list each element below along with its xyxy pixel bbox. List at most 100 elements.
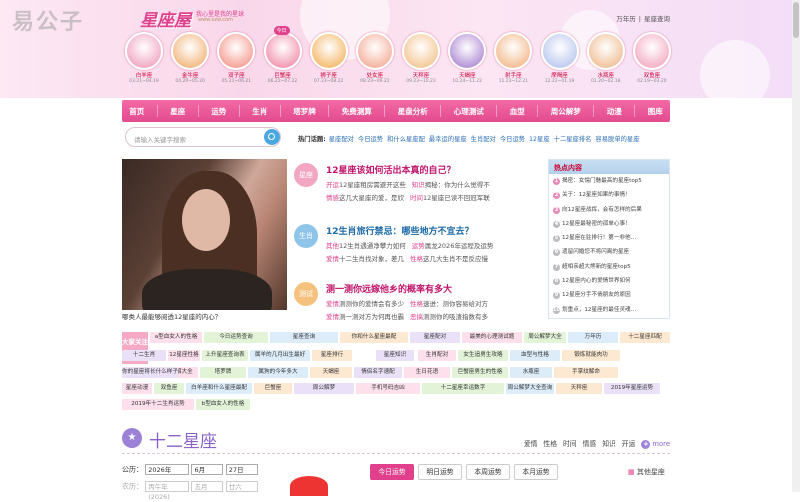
feature-caption[interactable]: 哪类人最能够阅透12星座的内心？ (122, 310, 287, 322)
hot-content-item[interactable]: 8 12星座内心的爱情世界如何 (549, 274, 669, 288)
news-link[interactable]: 这几大星座的爱，是欣 (339, 194, 404, 202)
section-link[interactable]: 情感 (583, 440, 597, 448)
tag-link[interactable]: 今日运势查询 (204, 332, 268, 343)
hot-topic-link[interactable]: 容易脱单的星座 (595, 136, 639, 143)
news-link[interactable]: 这几大生肖不是反应慢 (423, 255, 488, 263)
nav-item[interactable]: 图库 (646, 106, 665, 117)
zodiac-sign[interactable]: 双鱼座 02.19~03.20 (632, 32, 672, 94)
tag-link[interactable]: 周公解梦大全查询 (506, 383, 554, 394)
tag-link[interactable]: 双鱼座 (154, 383, 184, 394)
zodiac-sign[interactable]: 今日 巨蟹座 06.22~07.22 (263, 26, 303, 94)
top-link-calendar[interactable]: 万年历 (616, 15, 636, 23)
zodiac-sign[interactable]: 双子座 05.21~06.21 (216, 32, 256, 94)
tag-link[interactable]: b型血女人的性格 (196, 399, 250, 410)
nav-item[interactable]: 免费测算 (340, 106, 374, 117)
news-category-badge[interactable]: 测试 (294, 282, 318, 306)
section-link[interactable]: 时间 (563, 440, 577, 448)
news-link[interactable]: 属龙2026年运程及运势 (425, 242, 494, 250)
zodiac-sign[interactable]: 天蝎座 10.24~11.22 (447, 32, 487, 94)
nav-item[interactable]: 心理测试 (452, 106, 486, 117)
news-tag[interactable]: 爱情 (326, 255, 339, 263)
search-icon[interactable] (264, 129, 280, 145)
tag-link[interactable]: 12星座性格 (168, 350, 200, 361)
tag-link[interactable]: 星座配对 (410, 332, 460, 343)
tag-link[interactable]: 星座动漫 (122, 383, 152, 394)
hot-topic-link[interactable]: 和什么星座配 (387, 136, 425, 143)
hot-content-item[interactable]: 9 12星座分手不倘朋友的原因 (549, 288, 669, 302)
hot-content-item[interactable]: 2 关于：12星座如果的事情！ (549, 188, 669, 202)
hot-topic-link[interactable]: 生肖配对 (471, 136, 496, 143)
site-logo[interactable]: 星座屋 (140, 6, 191, 31)
nav-item[interactable]: 首页 (127, 106, 146, 117)
tag-link[interactable]: 水瓶座 (510, 367, 552, 378)
nav-item[interactable]: 周公解梦 (549, 106, 583, 117)
nav-item[interactable]: 生肖 (250, 106, 269, 117)
news-link[interactable]: 测测你的爱情会有多少 (339, 300, 404, 308)
news-tag[interactable]: 性格 (410, 255, 423, 263)
news-tag[interactable]: 爱情 (326, 313, 339, 321)
news-link[interactable]: 测测你的吸渣指数有多 (423, 313, 488, 321)
section-link[interactable]: 知识 (602, 440, 616, 448)
hot-topic-link[interactable]: 今日运势 (358, 136, 383, 143)
section-link[interactable]: 爱情 (524, 440, 538, 448)
tag-link[interactable]: 生肖配对 (418, 350, 456, 361)
zodiac-sign[interactable]: 天秤座 09.23~10.23 (401, 32, 441, 94)
lunar-year-select[interactable]: 丙午年(2026) (145, 481, 190, 501)
tab-tomorrow-fortune[interactable]: 明日运势 (418, 464, 462, 480)
news-tag[interactable]: 知识 (412, 181, 425, 189)
hot-content-item[interactable]: 6 遗留闪婚您不将闪离的星座 (549, 245, 669, 259)
hot-topic-link[interactable]: 十二星座排名 (554, 136, 592, 143)
scrollbar[interactable] (792, 0, 800, 492)
news-tag[interactable]: 性格 (410, 300, 423, 308)
search-input[interactable]: 请输入关键字搜索 (125, 127, 281, 147)
news-headline[interactable]: 测一测你远嫁他乡的概率有多大 (326, 282, 452, 295)
tag-link[interactable]: 生日花语 (404, 367, 450, 378)
news-headline[interactable]: 12星座该如何活出本真的自己？ (326, 163, 456, 176)
year-select[interactable]: 2026年 (145, 464, 190, 475)
tag-link[interactable]: 巨蟹座男生的性格 (452, 367, 508, 378)
tag-link[interactable]: 星座查询 (270, 332, 338, 343)
tag-link[interactable]: 十二生肖 (122, 350, 166, 361)
zodiac-sign[interactable]: 射手座 11.23~12.21 (493, 32, 533, 94)
tag-link[interactable]: 十二星座幸运数字 (422, 383, 504, 394)
tag-link[interactable]: 最美的心理测试题 (462, 332, 522, 343)
top-link-sign-query[interactable]: 星座查询 (644, 15, 670, 23)
hot-content-item[interactable]: 5 12星座在驻排行！第一非他… (549, 231, 669, 245)
hot-content-item[interactable]: 7 超相亲超大熊新的星座top5 (549, 260, 669, 274)
tag-link[interactable]: 周公解梦 (294, 383, 354, 394)
news-link[interactable]: 揭秘：你为什么觉得不 (425, 181, 490, 189)
tag-link[interactable]: 星座知识 (376, 350, 414, 361)
tag-link[interactable]: 手机号码吉凶 (356, 383, 420, 394)
tab-week-fortune[interactable]: 本周运势 (466, 464, 510, 480)
tag-link[interactable]: 你的星座将长什么样子 (122, 367, 178, 378)
news-category-badge[interactable]: 生肖 (294, 224, 318, 248)
tag-link[interactable]: 上升星座查询表 (202, 350, 248, 361)
tag-link[interactable]: 属狗的今年多大 (248, 367, 308, 378)
news-tag[interactable]: 时间 (410, 194, 423, 202)
section-link[interactable]: 性格 (543, 440, 557, 448)
more-link[interactable]: + more (641, 440, 670, 449)
nav-item[interactable]: 塔罗牌 (291, 106, 318, 117)
zodiac-sign[interactable]: 狮子座 07.23~08.22 (309, 32, 349, 94)
tag-link[interactable]: a型血女人的性格 (150, 332, 202, 343)
tag-link[interactable]: 血型与性格 (510, 350, 560, 361)
news-headline[interactable]: 12生肖旅行禁忌：哪些地方不宜去？ (326, 224, 474, 237)
nav-item[interactable]: 动漫 (605, 106, 624, 117)
other-signs-link[interactable]: ▦ 其他星座 (628, 467, 665, 477)
nav-item[interactable]: 运势 (209, 106, 228, 117)
section-link[interactable]: 开运 (622, 440, 636, 448)
tag-link[interactable]: 星座排行 (312, 350, 352, 361)
tag-link[interactable]: 塔罗牌 (200, 367, 246, 378)
news-tag[interactable]: 爱情 (326, 300, 339, 308)
tag-link[interactable]: 女生追男生攻略 (458, 350, 508, 361)
tag-link[interactable]: 锻炼就能肉功 (562, 350, 620, 361)
news-tag[interactable]: 运势 (412, 242, 425, 250)
day-select[interactable]: 27日 (225, 464, 258, 475)
tag-link[interactable]: 周公解梦大全 (524, 332, 566, 343)
nav-item[interactable]: 血型 (508, 106, 527, 117)
news-tag[interactable]: 恶搞 (410, 313, 423, 321)
tag-link[interactable]: 天秤座 (556, 383, 602, 394)
hot-content-item[interactable]: 1 揭密：女懦门魅最高的星座top5 (549, 174, 669, 188)
tag-link[interactable]: 白羊座和什么星座最配 (186, 383, 252, 394)
news-tag[interactable]: 开运 (326, 181, 339, 189)
